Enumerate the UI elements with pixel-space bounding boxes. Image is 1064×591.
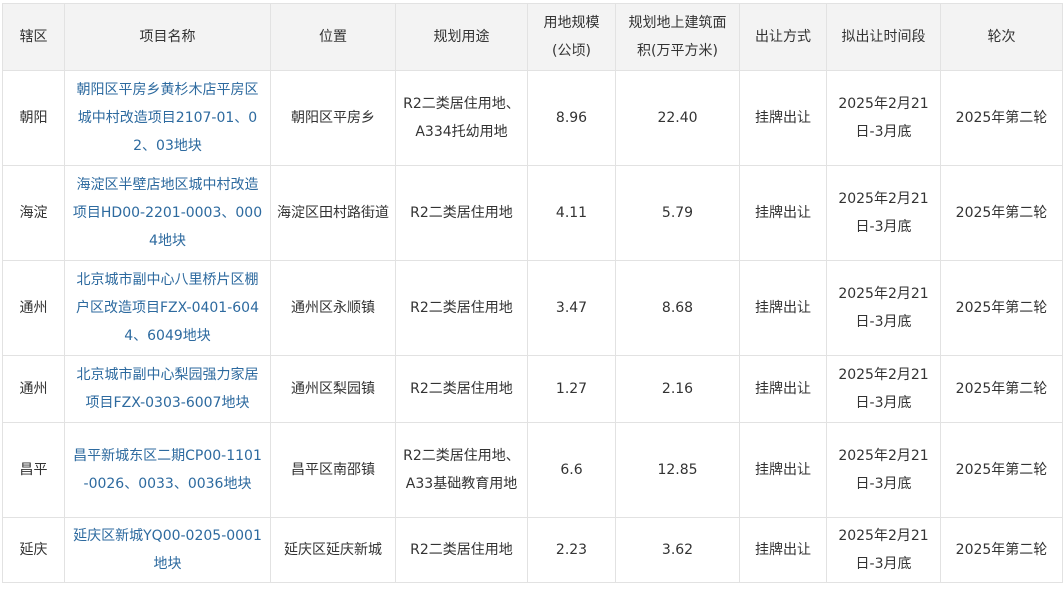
table-row: 通州 北京城市副中心八里桥片区棚户区改造项目FZX-0401-6044、6049… — [2, 260, 1063, 356]
cell-planned-use: R2二类居住用地 — [395, 260, 528, 356]
cell-project-name[interactable]: 海淀区半壁店地区城中村改造项目HD00-2201-0003、0004地块 — [64, 165, 271, 261]
header-period: 拟出让时间段 — [826, 3, 941, 71]
project-link[interactable]: 延庆区新城YQ00-0205-0001地块 — [73, 528, 262, 572]
cell-round: 2025年第二轮 — [940, 165, 1063, 261]
header-land-area: 用地规模(公顷) — [527, 3, 616, 71]
cell-period: 2025年2月21日-3月底 — [826, 70, 941, 166]
header-floor-area: 规划地上建筑面积(万平方米) — [615, 3, 740, 71]
cell-floor-area: 5.79 — [615, 165, 740, 261]
project-link[interactable]: 昌平新城东区二期CP00-1101-0026、0033、0036地块 — [73, 448, 262, 492]
cell-land-area: 1.27 — [527, 355, 616, 423]
cell-planned-use: R2二类居住用地、A334托幼用地 — [395, 70, 528, 166]
project-link[interactable]: 北京城市副中心梨园强力家居项目FZX-0303-6007地块 — [77, 367, 259, 411]
cell-project-name[interactable]: 北京城市副中心八里桥片区棚户区改造项目FZX-0401-6044、6049地块 — [64, 260, 271, 356]
cell-transfer-method: 挂牌出让 — [739, 260, 827, 356]
cell-location: 通州区永顺镇 — [270, 260, 396, 356]
cell-location: 朝阳区平房乡 — [270, 70, 396, 166]
cell-location: 通州区梨园镇 — [270, 355, 396, 423]
cell-planned-use: R2二类居住用地 — [395, 355, 528, 423]
header-project-name: 项目名称 — [64, 3, 271, 71]
table-row: 延庆 延庆区新城YQ00-0205-0001地块 延庆区延庆新城 R2二类居住用… — [2, 517, 1063, 583]
cell-transfer-method: 挂牌出让 — [739, 517, 827, 583]
cell-district: 海淀 — [2, 165, 65, 261]
cell-transfer-method: 挂牌出让 — [739, 422, 827, 518]
cell-district: 朝阳 — [2, 70, 65, 166]
table-row: 海淀 海淀区半壁店地区城中村改造项目HD00-2201-0003、0004地块 … — [2, 165, 1063, 261]
cell-district: 通州 — [2, 260, 65, 356]
cell-project-name[interactable]: 北京城市副中心梨园强力家居项目FZX-0303-6007地块 — [64, 355, 271, 423]
cell-district: 通州 — [2, 355, 65, 423]
cell-transfer-method: 挂牌出让 — [739, 165, 827, 261]
cell-transfer-method: 挂牌出让 — [739, 355, 827, 423]
table-row: 朝阳 朝阳区平房乡黄杉木店平房区城中村改造项目2107-01、02、03地块 朝… — [2, 70, 1063, 166]
cell-period: 2025年2月21日-3月底 — [826, 355, 941, 423]
cell-location: 海淀区田村路街道 — [270, 165, 396, 261]
table-row: 昌平 昌平新城东区二期CP00-1101-0026、0033、0036地块 昌平… — [2, 422, 1063, 518]
cell-district: 延庆 — [2, 517, 65, 583]
cell-planned-use: R2二类居住用地 — [395, 517, 528, 583]
header-round: 轮次 — [940, 3, 1063, 71]
cell-land-area: 2.23 — [527, 517, 616, 583]
header-planned-use: 规划用途 — [395, 3, 528, 71]
cell-land-area: 8.96 — [527, 70, 616, 166]
cell-project-name[interactable]: 延庆区新城YQ00-0205-0001地块 — [64, 517, 271, 583]
cell-district: 昌平 — [2, 422, 65, 518]
cell-floor-area: 2.16 — [615, 355, 740, 423]
cell-floor-area: 12.85 — [615, 422, 740, 518]
cell-round: 2025年第二轮 — [940, 260, 1063, 356]
cell-floor-area: 3.62 — [615, 517, 740, 583]
header-district: 辖区 — [2, 3, 65, 71]
cell-land-area: 3.47 — [527, 260, 616, 356]
cell-round: 2025年第二轮 — [940, 422, 1063, 518]
table-row: 通州 北京城市副中心梨园强力家居项目FZX-0303-6007地块 通州区梨园镇… — [2, 355, 1063, 423]
cell-round: 2025年第二轮 — [940, 70, 1063, 166]
cell-location: 延庆区延庆新城 — [270, 517, 396, 583]
cell-transfer-method: 挂牌出让 — [739, 70, 827, 166]
cell-period: 2025年2月21日-3月底 — [826, 517, 941, 583]
table-header-row: 辖区 项目名称 位置 规划用途 用地规模(公顷) 规划地上建筑面积(万平方米) … — [2, 3, 1063, 71]
cell-land-area: 6.6 — [527, 422, 616, 518]
project-link[interactable]: 朝阳区平房乡黄杉木店平房区城中村改造项目2107-01、02、03地块 — [77, 82, 259, 154]
cell-planned-use: R2二类居住用地 — [395, 165, 528, 261]
cell-period: 2025年2月21日-3月底 — [826, 165, 941, 261]
cell-period: 2025年2月21日-3月底 — [826, 422, 941, 518]
header-location: 位置 — [270, 3, 396, 71]
cell-floor-area: 8.68 — [615, 260, 740, 356]
cell-land-area: 4.11 — [527, 165, 616, 261]
land-table-wrapper: 辖区 项目名称 位置 规划用途 用地规模(公顷) 规划地上建筑面积(万平方米) … — [2, 3, 1063, 583]
cell-round: 2025年第二轮 — [940, 355, 1063, 423]
land-table: 辖区 项目名称 位置 规划用途 用地规模(公顷) 规划地上建筑面积(万平方米) … — [2, 3, 1063, 583]
cell-project-name[interactable]: 昌平新城东区二期CP00-1101-0026、0033、0036地块 — [64, 422, 271, 518]
cell-round: 2025年第二轮 — [940, 517, 1063, 583]
header-transfer-method: 出让方式 — [739, 3, 827, 71]
cell-project-name[interactable]: 朝阳区平房乡黄杉木店平房区城中村改造项目2107-01、02、03地块 — [64, 70, 271, 166]
cell-planned-use: R2二类居住用地、A33基础教育用地 — [395, 422, 528, 518]
project-link[interactable]: 海淀区半壁店地区城中村改造项目HD00-2201-0003、0004地块 — [73, 177, 262, 249]
cell-floor-area: 22.40 — [615, 70, 740, 166]
project-link[interactable]: 北京城市副中心八里桥片区棚户区改造项目FZX-0401-6044、6049地块 — [76, 272, 259, 344]
cell-location: 昌平区南邵镇 — [270, 422, 396, 518]
cell-period: 2025年2月21日-3月底 — [826, 260, 941, 356]
